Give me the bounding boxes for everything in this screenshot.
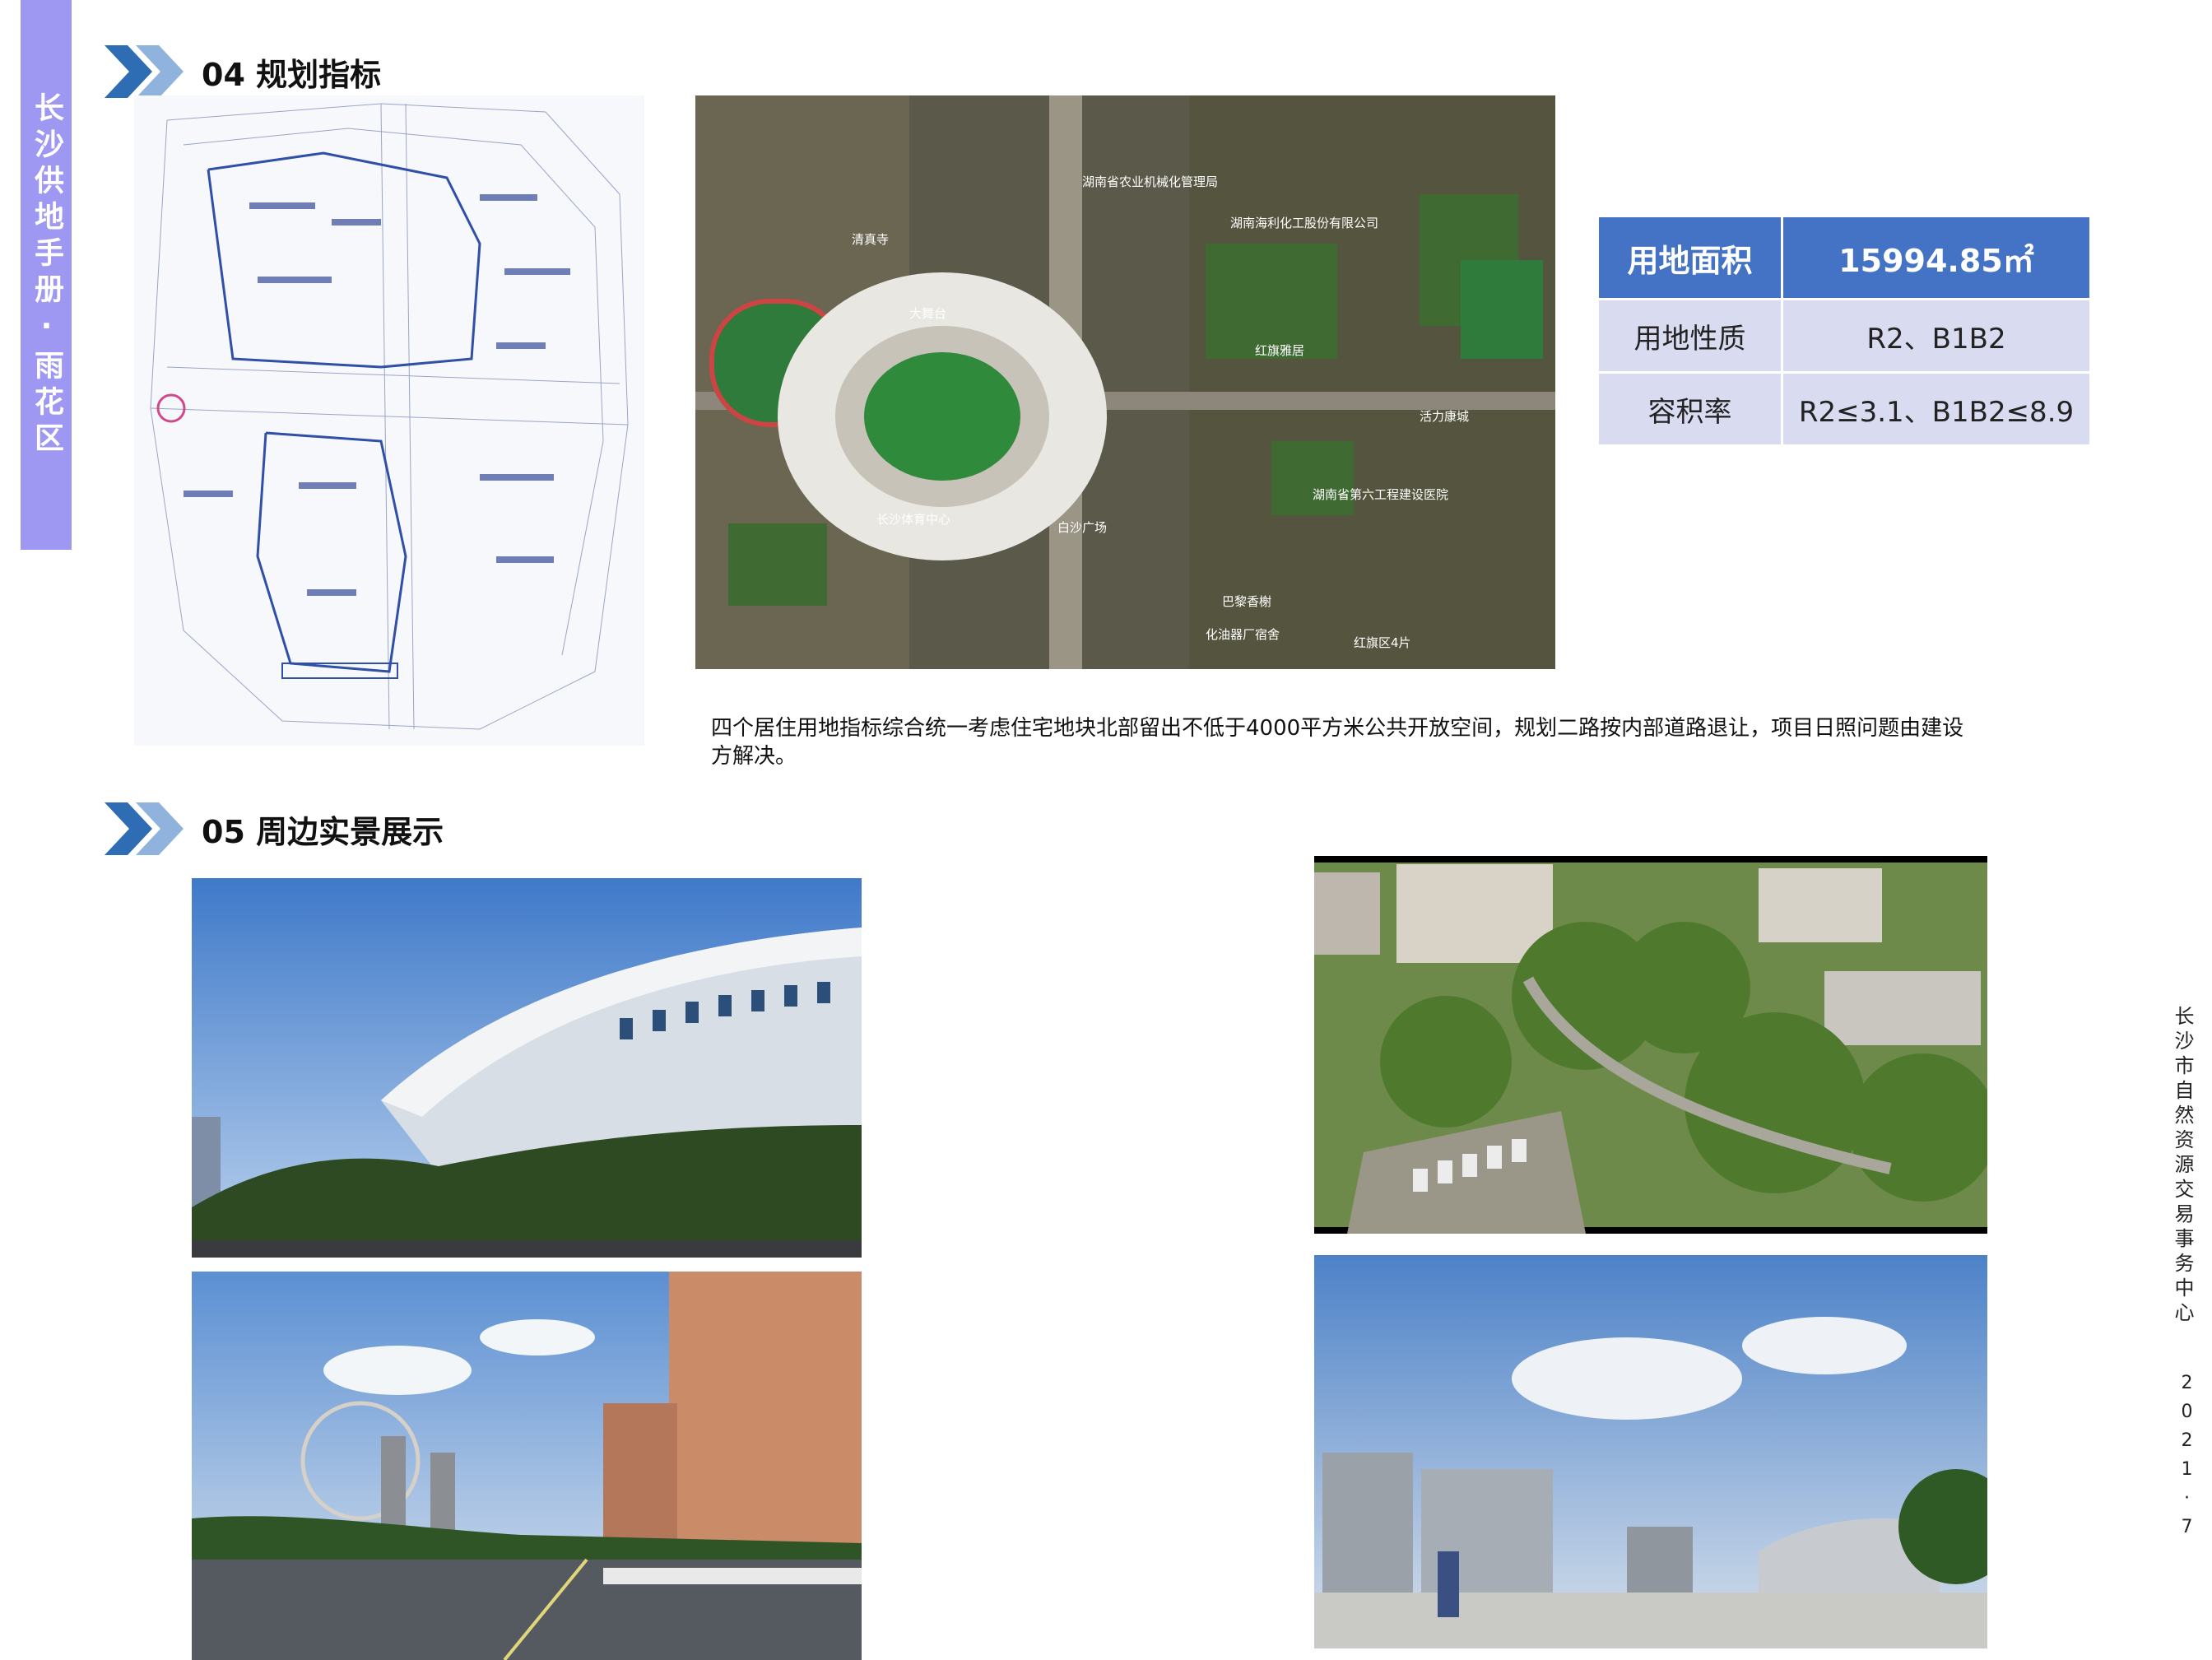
chevron-arrows-icon <box>105 802 184 855</box>
area-label: 用地面积 <box>1599 217 1781 298</box>
map-label: 清真寺 <box>852 232 889 247</box>
map-label: 湖南省农业机械化管理局 <box>1082 174 1218 189</box>
map-label: 化油器厂宿舍 <box>1206 627 1280 642</box>
planning-note: 四个居住用地指标综合统一考虑住宅地块北部留出不低于4000平方米公共开放空间，规… <box>711 716 1964 769</box>
planning-metrics-table: 用地面积 15994.85㎡ 用地性质 R2、B1B2 容积率 R2≤3.1、B… <box>1596 215 2092 447</box>
table-row: 用地面积 15994.85㎡ <box>1599 217 2089 298</box>
map-label: 巴黎香榭 <box>1222 594 1271 609</box>
map-label: 长沙体育中心 <box>876 512 950 527</box>
map-label: 红旗雅居 <box>1255 343 1304 358</box>
map-label: 白沙广场 <box>1057 520 1107 535</box>
stadium-photo <box>192 878 862 1258</box>
table-row: 用地性质 R2、B1B2 <box>1599 300 2089 371</box>
sidebar-title: 长沙供地手册·雨花区 <box>30 91 63 458</box>
table-row: 容积率 R2≤3.1、B1B2≤8.9 <box>1599 374 2089 444</box>
far-label: 容积率 <box>1599 374 1781 444</box>
chevron-arrows-icon <box>105 45 184 98</box>
section-05-heading: 05 周边实景展示 <box>105 802 444 855</box>
plaza-view-photo <box>1314 1255 1987 1648</box>
far-value: R2≤3.1、B1B2≤8.9 <box>1783 374 2089 444</box>
map-label: 湖南省第六工程建设医院 <box>1313 487 1448 502</box>
map-label: 大舞台 <box>909 306 946 321</box>
map-label: 红旗区4片 <box>1354 635 1411 650</box>
issue-date: 2021·7 <box>2177 1373 2197 1546</box>
land-use-label: 用地性质 <box>1599 300 1781 371</box>
land-use-value: R2、B1B2 <box>1783 300 2089 371</box>
satellite-map: 湖南省农业机械化管理局 湖南海利化工股份有限公司 红旗雅居 长沙体育中心 白沙广… <box>695 95 1555 669</box>
area-value: 15994.85㎡ <box>1783 217 2089 298</box>
section-05-title: 05 周边实景展示 <box>202 813 444 850</box>
map-label: 活力康城 <box>1420 409 1469 424</box>
sidebar-banner: 长沙供地手册·雨花区 <box>21 0 72 550</box>
section-04-title: 04 规划指标 <box>202 56 382 93</box>
section-04-heading: 04 规划指标 <box>105 45 381 98</box>
issuer-name: 长沙市自然资源交易事务中心 <box>2171 1006 2194 1327</box>
map-label: 湖南海利化工股份有限公司 <box>1230 216 1378 230</box>
site-aerial-photo <box>1314 856 1987 1234</box>
site-plan-drawing <box>134 95 644 746</box>
street-view-photo <box>192 1272 862 1660</box>
